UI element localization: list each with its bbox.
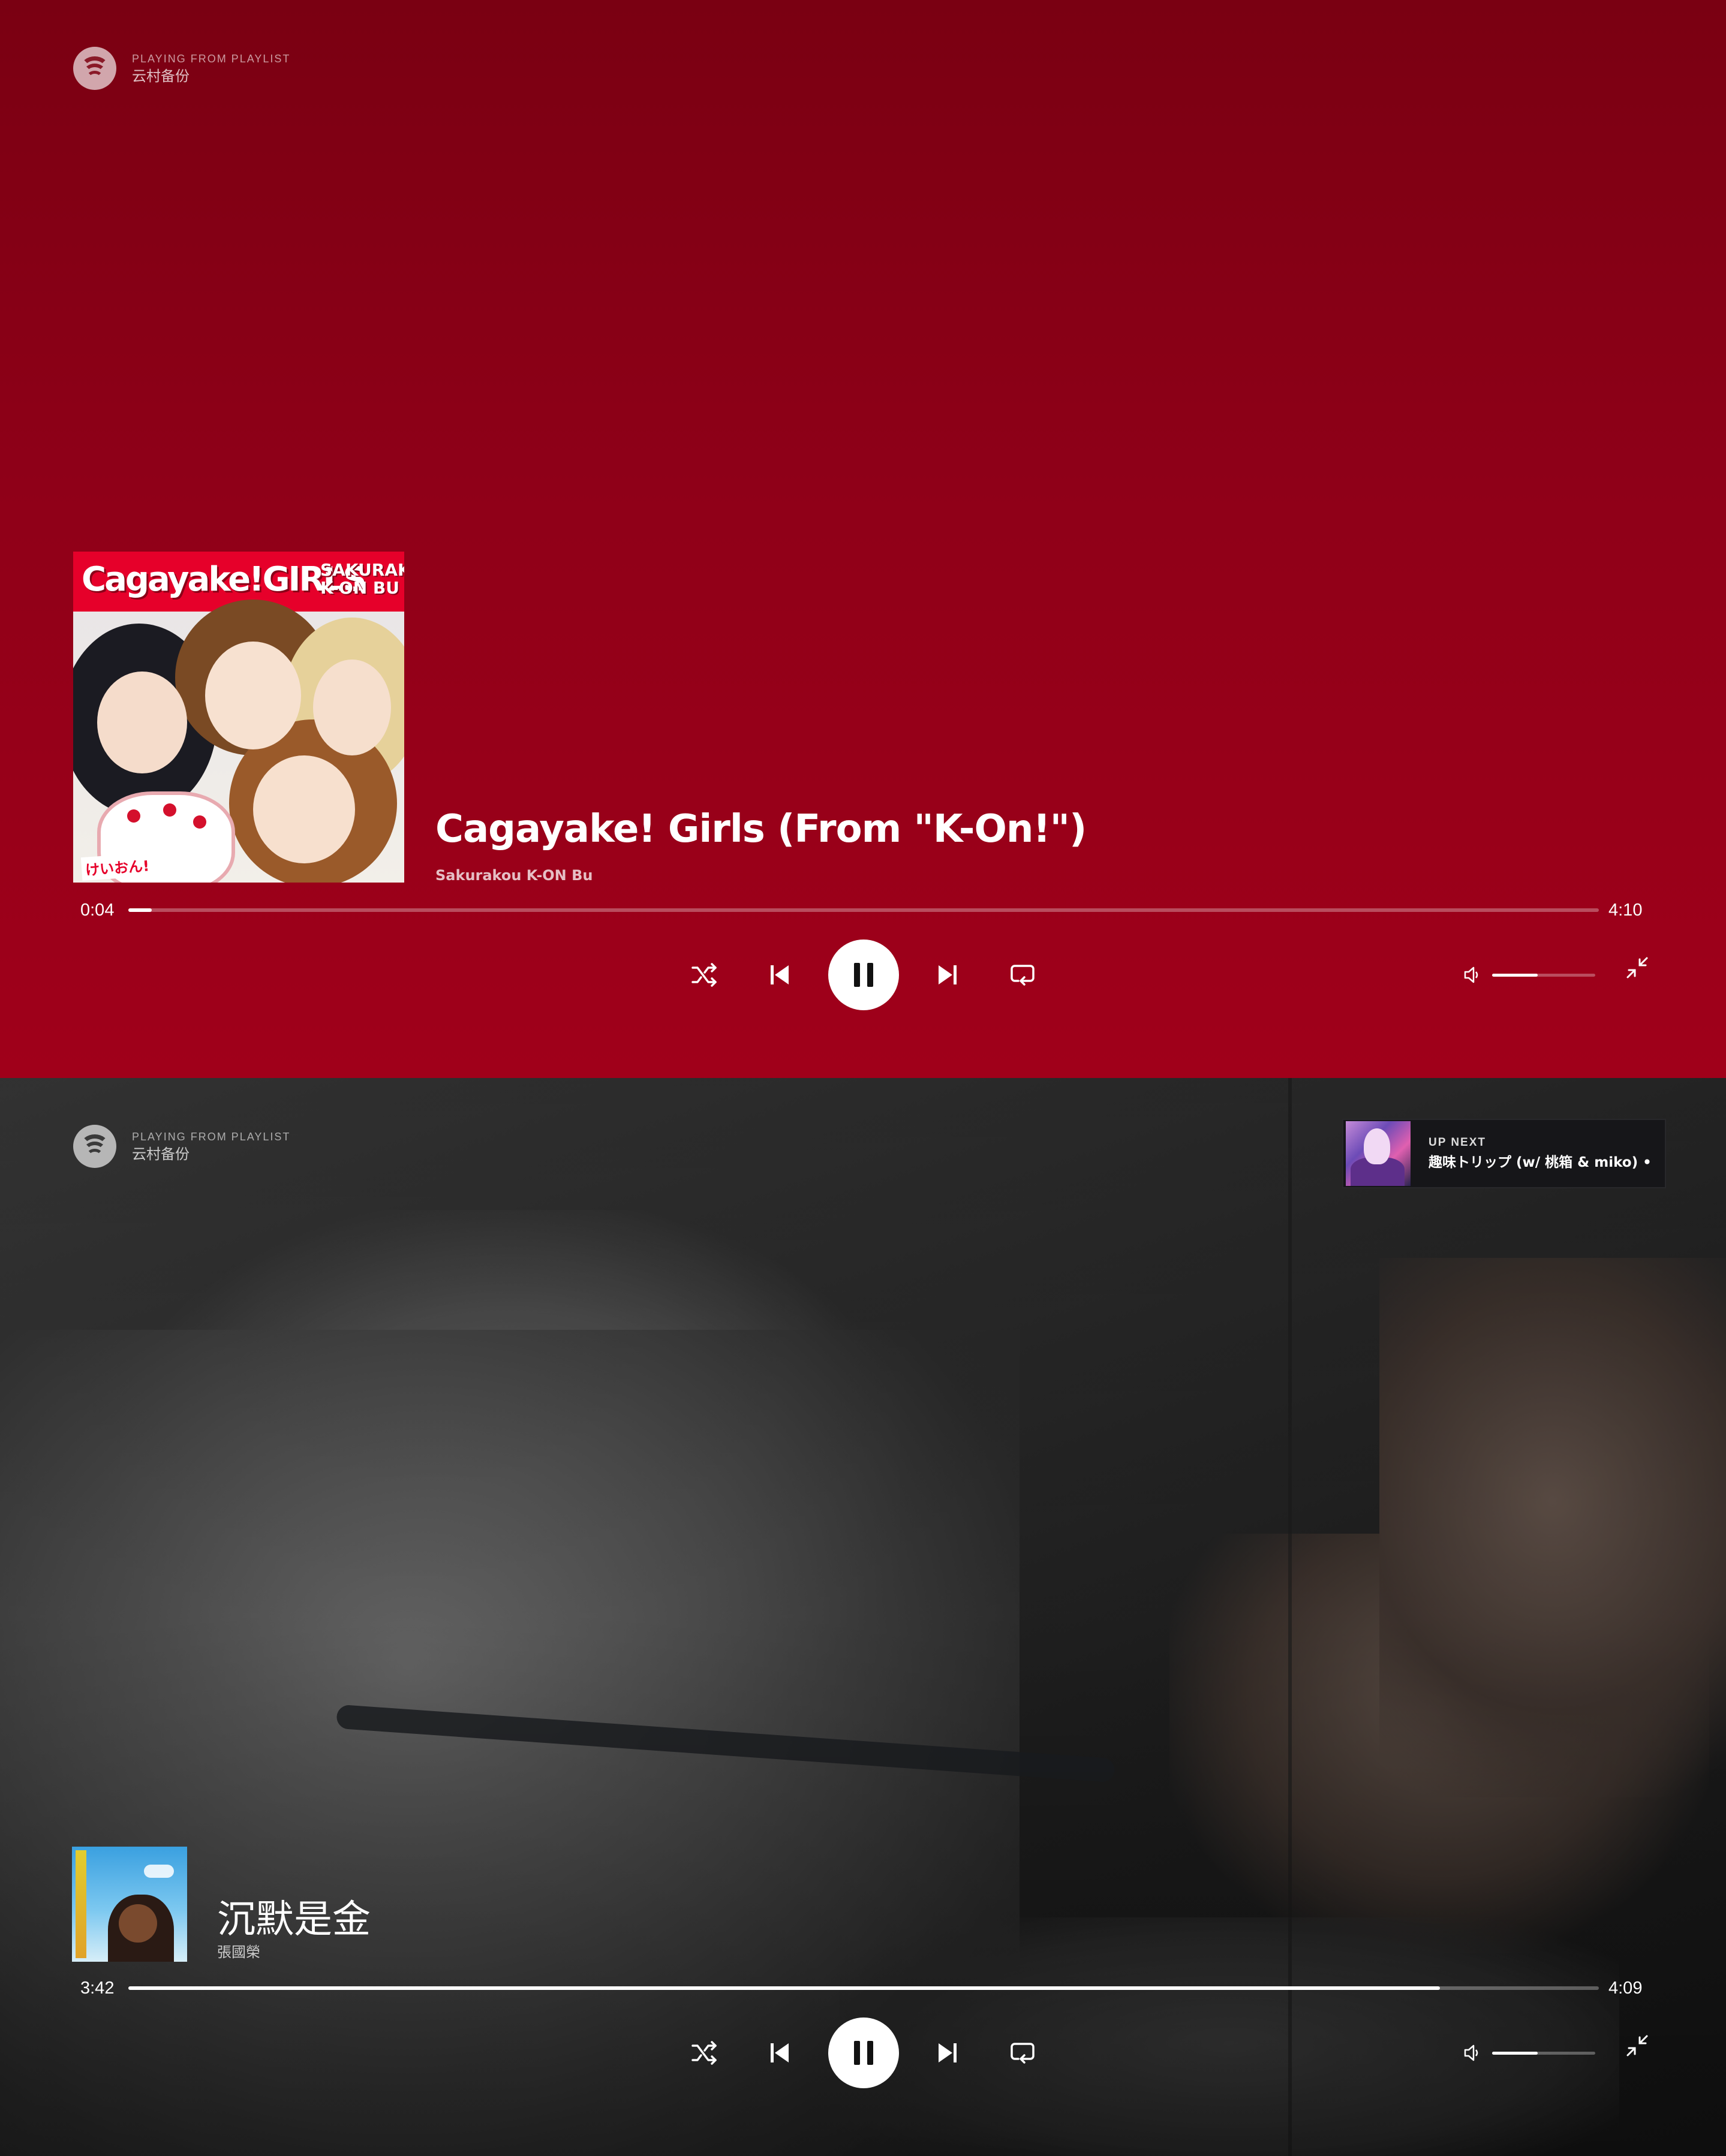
volume-slider[interactable]	[1492, 2052, 1595, 2055]
spotify-icon	[73, 1125, 116, 1168]
background-shade	[0, 1078, 1726, 2156]
next-button[interactable]	[927, 2016, 969, 2090]
album-art-logo: けいおん!	[80, 852, 154, 881]
playlist-header: PLAYING FROM PLAYLIST 云村备份	[73, 1125, 290, 1168]
playlist-name[interactable]: 云村备份	[132, 67, 290, 86]
track-title[interactable]: 沉默是金	[217, 1889, 371, 1944]
track-artist[interactable]: 張國榮	[217, 1940, 260, 1961]
track-title[interactable]: Cagayake! Girls (From "K-On!")	[435, 807, 1087, 851]
repeat-button[interactable]	[1002, 2016, 1044, 2090]
progress-fill	[128, 1986, 1441, 1990]
repeat-icon	[1011, 965, 1035, 986]
previous-button[interactable]	[759, 938, 801, 1012]
album-art-subtitle: SAKURAKOU K-ON BU	[320, 561, 404, 597]
playback-controls	[0, 2016, 1726, 2090]
track-artist[interactable]: Sakurakou K-ON Bu	[435, 867, 593, 884]
album-art-subtitle-line1: SAKURAKOU	[320, 560, 404, 580]
up-next-card[interactable]: UP NEXT 趣味トリップ (w/ 桃箱 & miko) •	[1342, 1119, 1666, 1188]
previous-button[interactable]	[759, 2016, 801, 2090]
repeat-icon	[1011, 2043, 1035, 2064]
time-elapsed: 3:42	[80, 1979, 115, 1998]
album-art: Cagayake!GIRLS SAKURAKOU K-ON BU けいおん!	[73, 552, 404, 883]
previous-icon	[771, 2043, 789, 2062]
minimize-icon	[1626, 2035, 1648, 2056]
now-playing-panel-1: PLAYING FROM PLAYLIST 云村备份 Cagayake!GIRL…	[0, 0, 1726, 1078]
shuffle-icon	[691, 2041, 717, 2065]
time-total: 4:10	[1608, 901, 1643, 920]
album-art	[72, 1847, 187, 1962]
volume-fill	[1492, 974, 1538, 977]
playback-controls	[0, 938, 1726, 1012]
minimize-button[interactable]	[1619, 2009, 1655, 2083]
next-icon	[939, 2043, 957, 2062]
playlist-name[interactable]: 云村备份	[132, 1145, 290, 1164]
album-art-subtitle-line2: K-ON BU	[320, 578, 399, 598]
time-elapsed: 0:04	[80, 901, 115, 920]
playlist-header: PLAYING FROM PLAYLIST 云村备份	[73, 47, 290, 90]
pause-button[interactable]	[828, 938, 900, 1012]
pause-icon	[854, 963, 873, 987]
volume-button[interactable]	[1457, 2016, 1487, 2090]
repeat-button[interactable]	[1002, 938, 1044, 1012]
minimize-icon	[1626, 957, 1648, 978]
up-next-label: UP NEXT	[1429, 1136, 1487, 1149]
pause-button[interactable]	[828, 2016, 900, 2090]
playing-from-label: PLAYING FROM PLAYLIST	[132, 1131, 291, 1143]
shuffle-button[interactable]	[684, 938, 726, 1012]
playlist-info: PLAYING FROM PLAYLIST 云村备份	[132, 51, 290, 86]
previous-icon	[771, 965, 789, 984]
volume-slider[interactable]	[1492, 974, 1595, 977]
spotify-icon	[73, 47, 116, 90]
shuffle-button[interactable]	[684, 2016, 726, 2090]
progress-fill	[128, 908, 152, 912]
volume-fill	[1492, 2052, 1538, 2055]
up-next-info: UP NEXT 趣味トリップ (w/ 桃箱 & miko) •	[1429, 1134, 1650, 1173]
next-button[interactable]	[927, 938, 969, 1012]
shuffle-icon	[691, 963, 717, 987]
volume-button[interactable]	[1457, 938, 1487, 1012]
play-pause-circle	[828, 940, 899, 1010]
next-icon	[939, 965, 957, 984]
playlist-info: PLAYING FROM PLAYLIST 云村备份	[132, 1129, 290, 1164]
volume-icon	[1464, 966, 1478, 983]
progress-bar[interactable]	[128, 1986, 1599, 1990]
now-playing-panel-2: PLAYING FROM PLAYLIST 云村备份 UP NEXT 趣味トリッ…	[0, 1078, 1726, 2156]
playing-from-label: PLAYING FROM PLAYLIST	[132, 53, 291, 65]
time-total: 4:09	[1608, 1979, 1643, 1998]
up-next-album-art	[1346, 1121, 1411, 1186]
progress-bar[interactable]	[128, 908, 1599, 912]
play-pause-circle	[828, 2018, 899, 2088]
up-next-track: 趣味トリップ (w/ 桃箱 & miko) •	[1429, 1155, 1650, 1170]
volume-icon	[1464, 2044, 1478, 2061]
pause-icon	[854, 2041, 873, 2065]
minimize-button[interactable]	[1619, 931, 1655, 1005]
